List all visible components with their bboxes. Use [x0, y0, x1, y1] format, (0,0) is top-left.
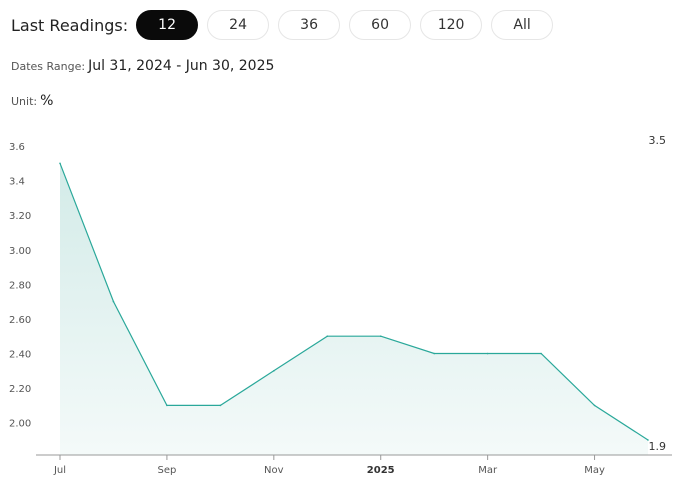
- area-fill: [60, 163, 648, 456]
- x-tick-label: Sep: [157, 465, 176, 476]
- y-tick-label: 2.20: [9, 384, 31, 395]
- y-tick-label: 3.20: [9, 211, 31, 222]
- y-tick-label: 2.40: [9, 350, 31, 361]
- data-point: [59, 162, 61, 165]
- data-point: [379, 335, 382, 338]
- data-point: [326, 335, 329, 338]
- y-tick-label: 3.4: [9, 177, 25, 188]
- x-tick-label: 2025: [367, 465, 395, 476]
- y-tick-label: 3.6: [9, 142, 25, 153]
- data-point: [486, 352, 489, 355]
- data-point: [593, 404, 596, 407]
- y-tick-label: 3.00: [9, 246, 31, 257]
- max-value-label: 3.5: [649, 134, 667, 147]
- line-chart: 2.00 2.20 2.40 2.60 2.80 3.00 3.20 3.4 3.6 Jul Sep…: [9, 134, 672, 476]
- last-value-label: 1.9: [649, 440, 667, 453]
- data-point: [540, 352, 542, 355]
- data-point: [273, 370, 275, 372]
- data-point: [433, 352, 435, 355]
- x-tick-label: Nov: [264, 465, 284, 476]
- data-point: [219, 404, 222, 407]
- x-tick-label: Jul: [53, 465, 66, 476]
- y-tick-label: 2.60: [9, 315, 31, 326]
- data-point: [166, 404, 168, 407]
- x-tick-label: May: [584, 465, 605, 476]
- data-point: [112, 300, 115, 303]
- x-tick-label: Mar: [478, 465, 498, 476]
- y-tick-label: 2.00: [9, 419, 31, 430]
- y-tick-label: 2.80: [9, 280, 31, 291]
